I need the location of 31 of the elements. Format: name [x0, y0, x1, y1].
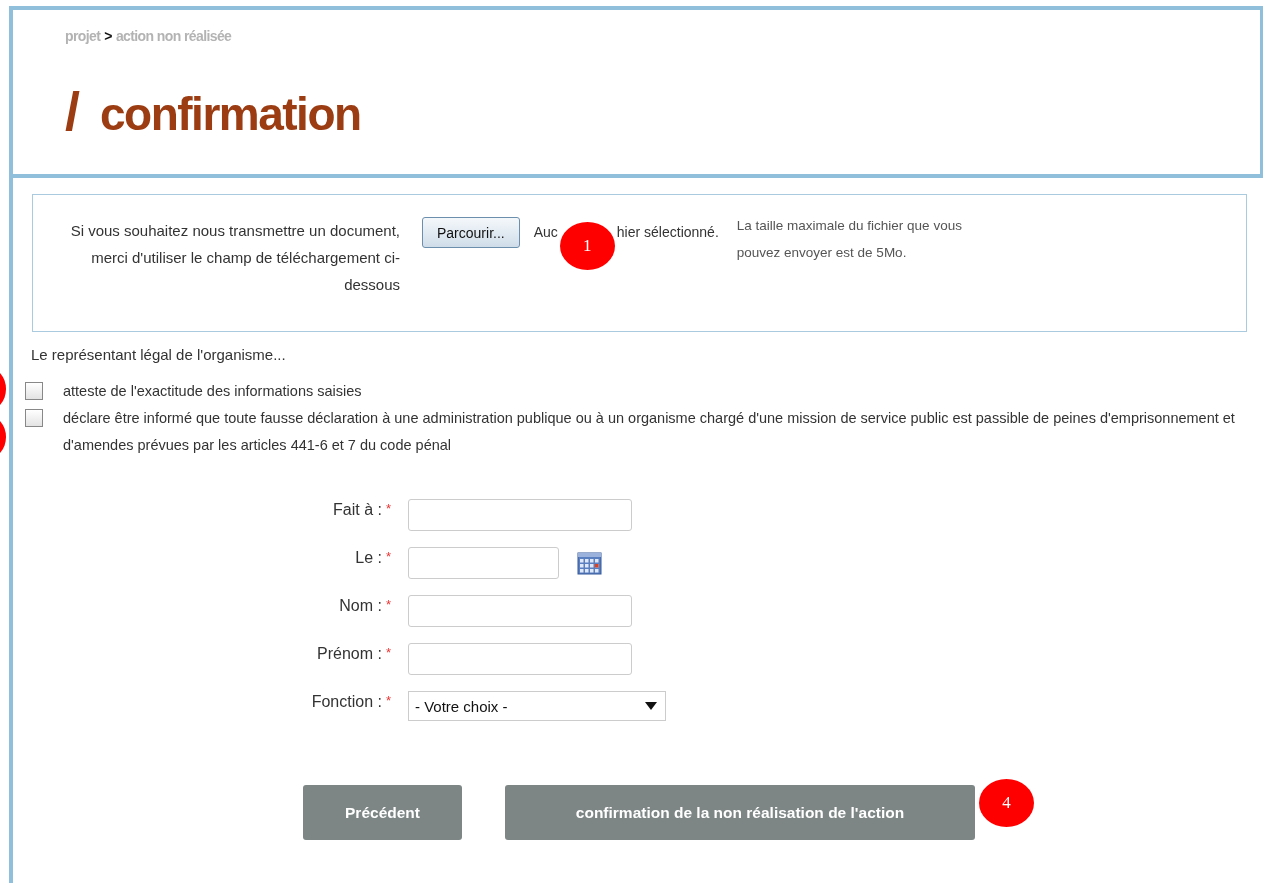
checkbox[interactable] — [25, 409, 43, 427]
breadcrumb-separator: > — [104, 28, 112, 44]
date-field[interactable] — [408, 547, 559, 579]
calendar-icon[interactable] — [577, 551, 602, 575]
file-status: hier sélectionné. — [616, 224, 719, 240]
field-label: Fonction : * — [310, 692, 391, 711]
field-label: Le : * — [354, 548, 391, 567]
number-marker: 1 — [559, 222, 615, 270]
text-field[interactable] — [408, 643, 632, 675]
field-label: Prénom : * — [316, 644, 391, 663]
text-field[interactable] — [408, 499, 632, 531]
breadcrumb-current: action non réalisée — [115, 28, 232, 44]
page-title: confirmation — [100, 87, 361, 141]
browse-button[interactable]: Parcourir... — [422, 217, 520, 248]
breadcrumb-link[interactable]: projet — [65, 28, 101, 44]
file-status: Auc — [533, 224, 558, 240]
field-label: Fait à : * — [332, 500, 391, 519]
text-field[interactable] — [408, 595, 632, 627]
previous-button[interactable]: Précédent — [303, 785, 462, 840]
function-dropdown[interactable]: - Votre choix - — [408, 691, 666, 721]
declaration-text: atteste de l'exactitude des informations saisies — [63, 382, 362, 401]
field-label: Nom : * — [338, 596, 391, 615]
upload-label: Si vous souhaitez nous transmettre un document, merci d'utiliser le champ de téléchargement ci-dessous — [70, 221, 400, 295]
upload-info: La taille maximale du fichier que vous pouvez envoyer est de 5Mo. — [736, 217, 963, 262]
declaration-intro: Le représentant légal de l'organisme... — [31, 346, 287, 363]
caret-icon — [645, 702, 657, 710]
declaration-text: déclare être informé que toute fausse déclaration à une administration publique ou à un organisme chargé d'une mission de service public est passible de peines d'emprisonnement et d'amendes prévues par les articles 441-6 et 7 du code pénal — [63, 409, 1235, 455]
title-mark: / — [65, 80, 80, 142]
confirm-button[interactable]: confirmation de la non réalisation de l'action — [505, 785, 975, 840]
checkbox[interactable] — [25, 382, 43, 400]
number-marker: 4 — [979, 779, 1034, 827]
